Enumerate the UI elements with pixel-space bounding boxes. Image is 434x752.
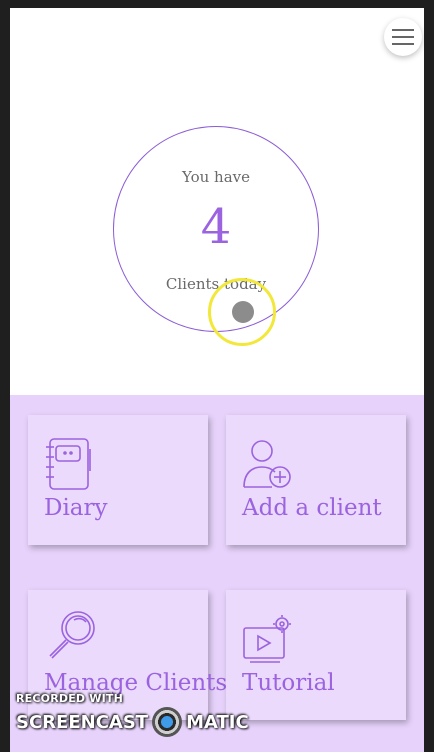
screencast-watermark: RECORDED WITH SCREENCAST MATIC [16,692,249,737]
diary-card[interactable]: Diary [28,415,208,545]
menu-button[interactable] [384,18,422,56]
hamburger-icon [392,29,414,45]
screencast-logo-icon [152,707,183,737]
diary-label: Diary [44,495,108,521]
add-client-card[interactable]: Add a client [226,415,406,545]
notebook-icon [46,438,91,490]
tutorial-card[interactable]: Tutorial [226,590,406,720]
magnifier-icon [49,611,95,659]
watermark-recorded-with: RECORDED WITH [16,692,124,705]
watermark-brand-left: SCREENCAST [16,711,149,733]
summary-prefix: You have [181,168,250,186]
add-user-icon [243,440,291,488]
watermark-brand-right: MATIC [186,711,249,733]
add-client-label: Add a client [242,495,382,521]
app-screen: You have 4 Clients today Diary Add a cli… [10,8,424,752]
client-count: 4 [200,199,232,255]
touch-indicator-dot [232,301,254,323]
tutorial-label: Tutorial [242,670,335,696]
video-settings-icon [243,615,291,663]
